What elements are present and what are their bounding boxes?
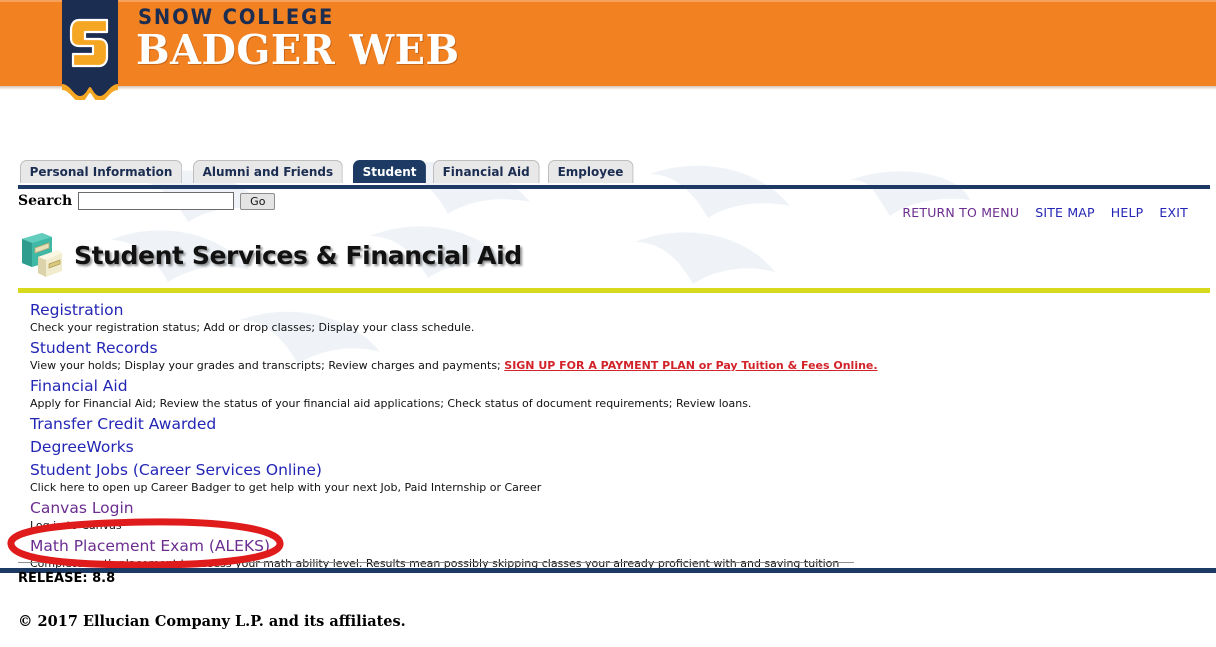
tab-financial-aid[interactable]: Financial Aid <box>432 160 540 183</box>
main-tab-bar: Personal Information Alumni and Friends … <box>0 160 1216 186</box>
tab-bar-underline <box>18 185 1210 189</box>
desc-canvas-login: Log in to Canvas <box>30 519 122 532</box>
snow-college-logo <box>62 0 118 100</box>
link-student-jobs[interactable]: Student Jobs (Career Services Online) <box>30 460 322 480</box>
footer-navy-divider <box>0 568 1216 573</box>
desc-student-jobs: Click here to open up Career Badger to g… <box>30 481 542 494</box>
site-wordmark: SNOW COLLEGE BADGER WEB <box>136 7 656 71</box>
service-menu-list: Registration Check your registration sta… <box>30 300 1190 574</box>
link-math-placement-exam[interactable]: Math Placement Exam (ALEKS) <box>30 536 270 556</box>
search-row: Search Go <box>18 192 276 210</box>
menu-item-financial-aid: Financial Aid Apply for Financial Aid; R… <box>30 376 1190 411</box>
header-shadow <box>0 86 1216 90</box>
desc-financial-aid: Apply for Financial Aid; Review the stat… <box>30 397 752 410</box>
menu-item-degreeworks: DegreeWorks <box>30 437 1190 457</box>
search-label: Search <box>18 193 73 209</box>
search-input[interactable] <box>78 192 235 210</box>
desc-student-records: View your holds; Display your grades and… <box>30 358 1190 373</box>
tab-student[interactable]: Student <box>352 160 426 183</box>
footer-thin-divider <box>18 562 854 563</box>
search-go-button[interactable]: Go <box>240 192 276 210</box>
menu-item-student-jobs: Student Jobs (Career Services Online) Cl… <box>30 460 1190 495</box>
menu-item-math-placement-exam: Math Placement Exam (ALEKS) Complete mat… <box>30 536 1190 571</box>
link-transfer-credit-awarded[interactable]: Transfer Credit Awarded <box>30 414 216 434</box>
page-title: Student Services & Financial Aid <box>74 240 522 270</box>
copyright-notice: © 2017 Ellucian Company L.P. and its aff… <box>18 613 406 630</box>
link-financial-aid[interactable]: Financial Aid <box>30 376 128 396</box>
menu-item-transfer-credit-awarded: Transfer Credit Awarded <box>30 414 1190 434</box>
link-registration[interactable]: Registration <box>30 300 123 320</box>
nav-exit[interactable]: EXIT <box>1159 205 1188 220</box>
link-payment-plan[interactable]: SIGN UP FOR A PAYMENT PLAN or Pay Tuitio… <box>504 359 877 372</box>
utility-nav: RETURN TO MENU SITE MAP HELP EXIT <box>902 205 1188 220</box>
tab-personal-information[interactable]: Personal Information <box>20 160 182 183</box>
logo-letter-s-icon <box>69 18 109 68</box>
release-version: RELEASE: 8.8 <box>18 571 116 586</box>
tab-list: Personal Information Alumni and Friends … <box>20 160 636 183</box>
tab-alumni-and-friends[interactable]: Alumni and Friends <box>192 160 343 183</box>
nav-return-to-menu[interactable]: RETURN TO MENU <box>902 205 1019 220</box>
wordmark-line-2: BADGER WEB <box>136 26 460 74</box>
desc-registration: Check your registration status; Add or d… <box>30 321 475 334</box>
menu-item-registration: Registration Check your registration sta… <box>30 300 1190 335</box>
nav-help[interactable]: HELP <box>1111 205 1144 220</box>
menu-item-student-records: Student Records View your holds; Display… <box>30 338 1190 373</box>
link-student-records[interactable]: Student Records <box>30 338 158 358</box>
desc-student-records-text: View your holds; Display your grades and… <box>30 359 505 372</box>
link-degreeworks[interactable]: DegreeWorks <box>30 437 134 457</box>
filing-cabinet-icon <box>22 233 62 277</box>
tab-employee[interactable]: Employee <box>547 160 633 183</box>
link-canvas-login[interactable]: Canvas Login <box>30 498 134 518</box>
wordmark-line-1: SNOW COLLEGE <box>138 5 335 29</box>
page-title-area: Student Services & Financial Aid <box>18 231 522 279</box>
menu-item-canvas-login: Canvas Login Log in to Canvas <box>30 498 1190 533</box>
nav-site-map[interactable]: SITE MAP <box>1035 205 1095 220</box>
title-divider <box>18 288 1210 293</box>
